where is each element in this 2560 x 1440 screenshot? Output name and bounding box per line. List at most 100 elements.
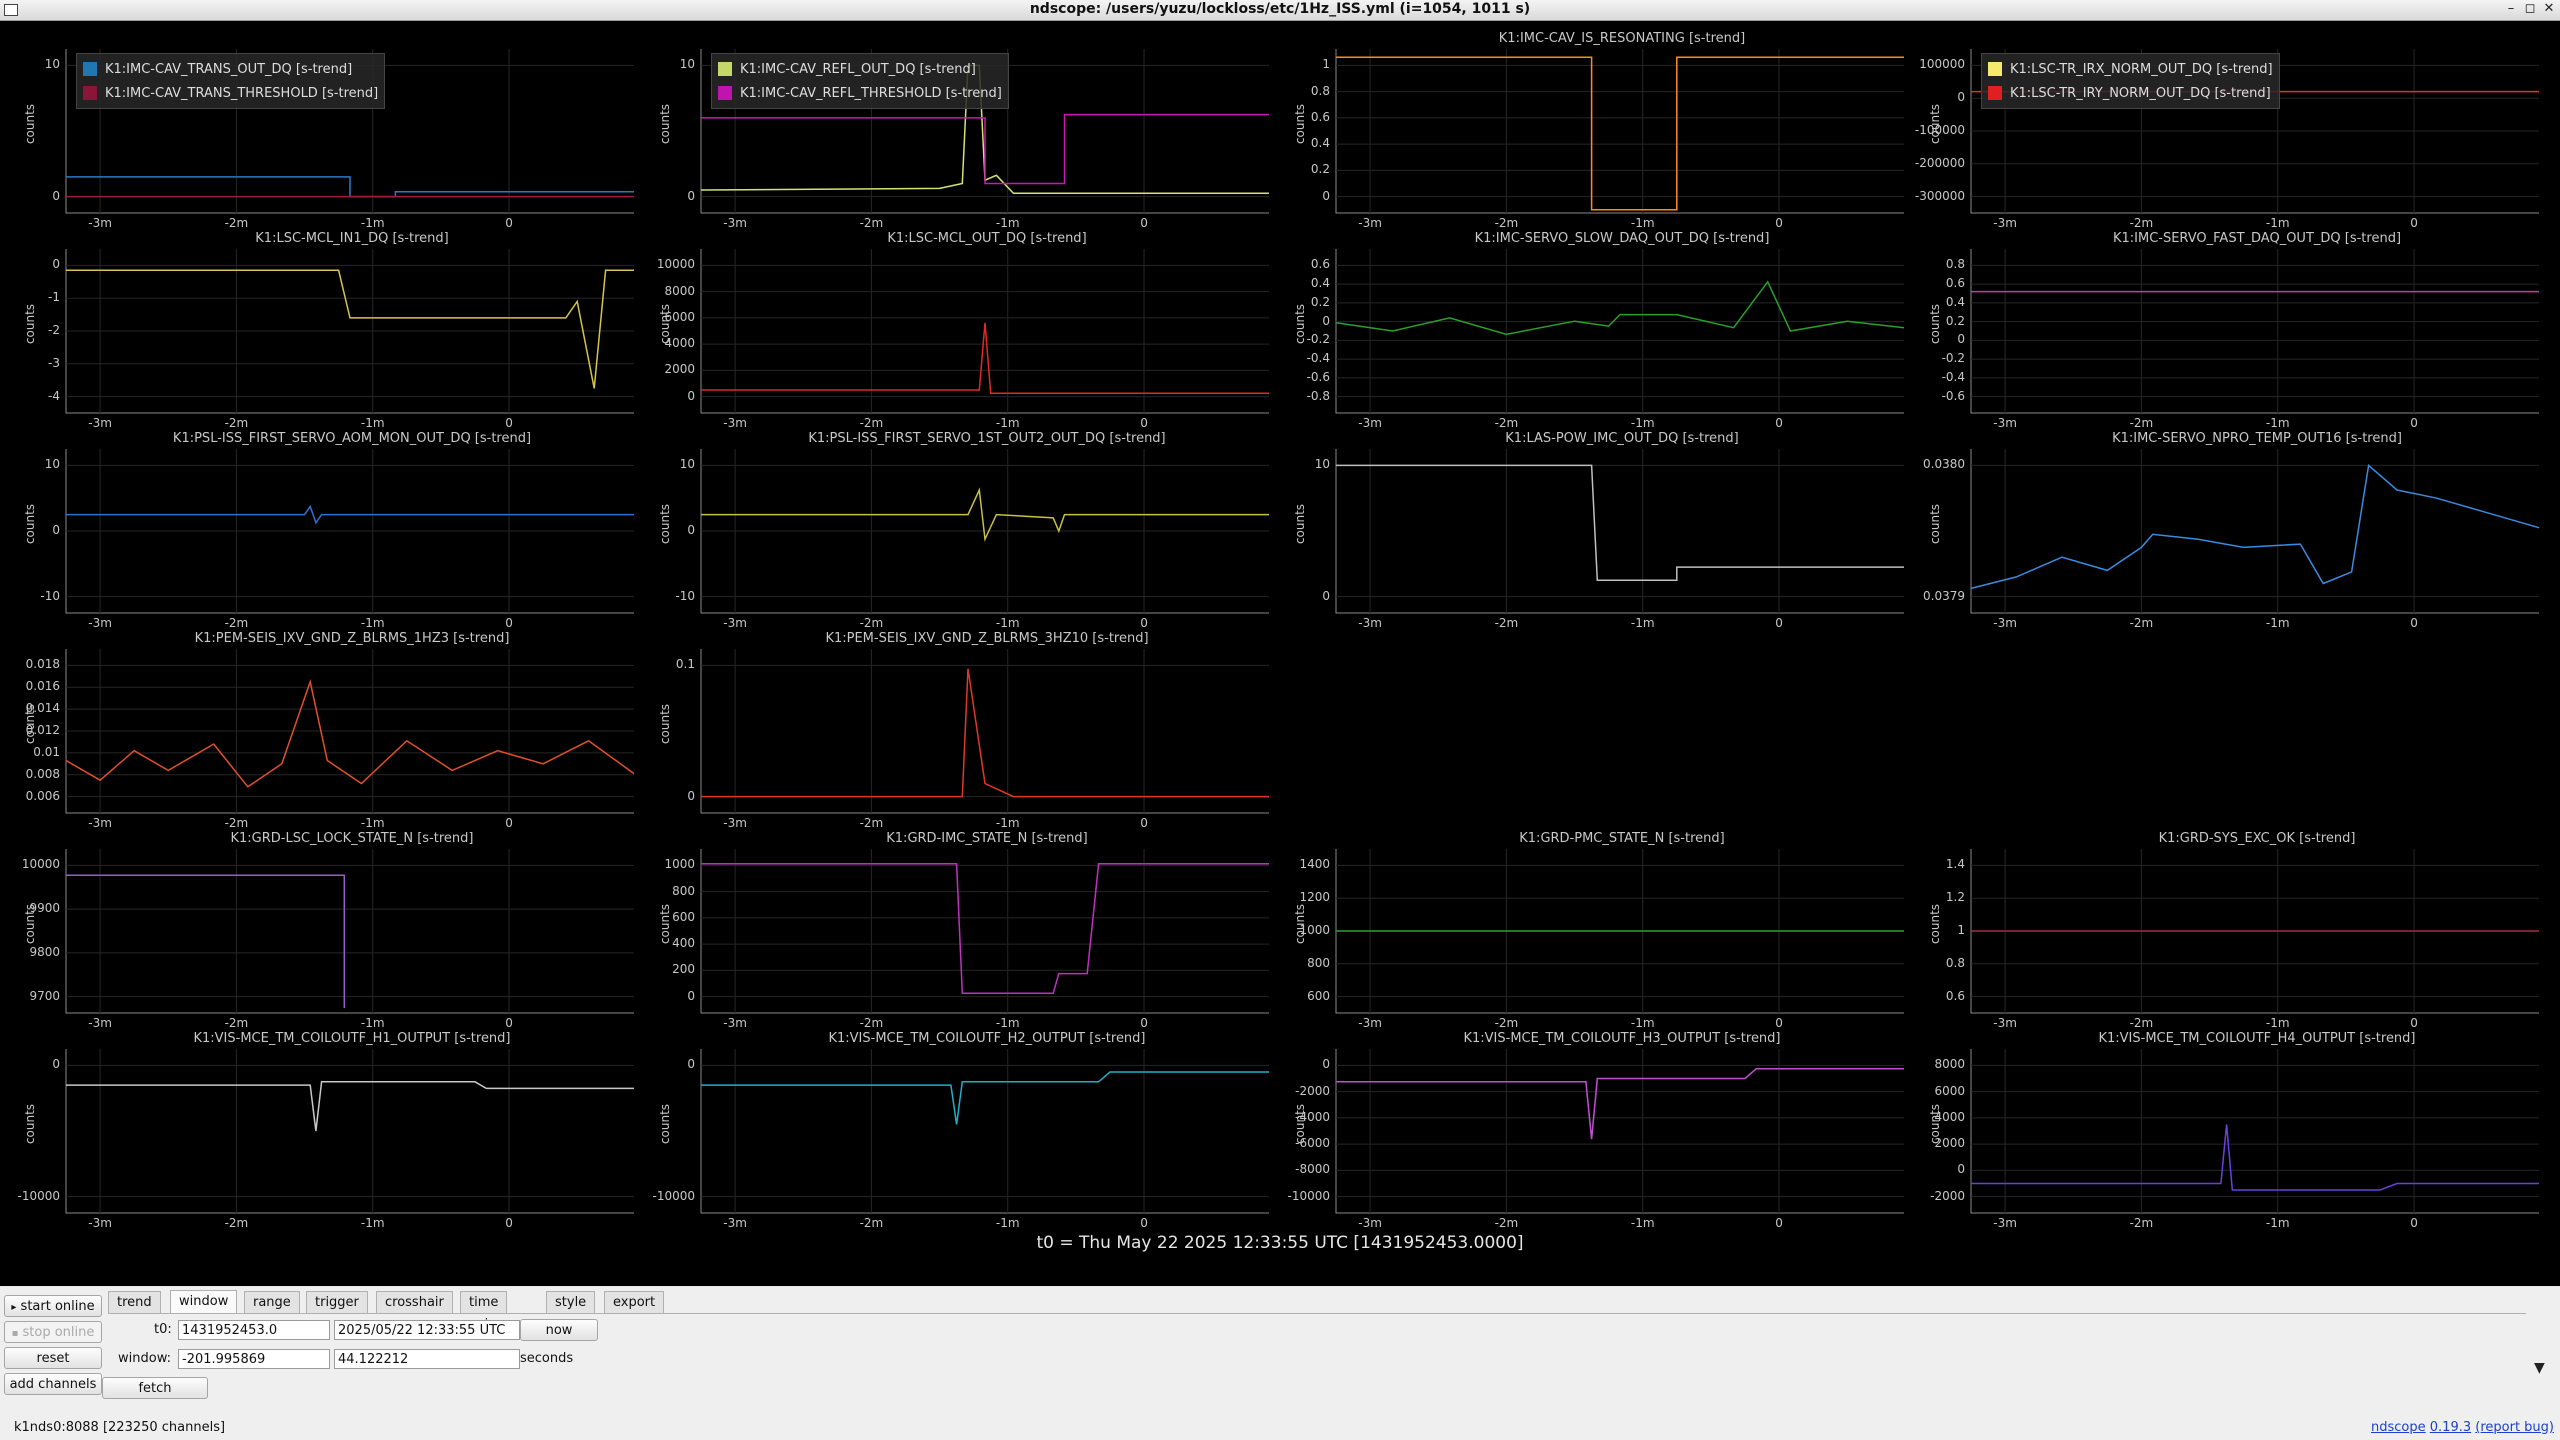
x-tick-label: -1m: [360, 1216, 385, 1230]
close-button[interactable]: ✕: [2540, 0, 2558, 20]
now-button[interactable]: now: [520, 1319, 598, 1341]
x-tick-label: 0: [505, 1216, 513, 1230]
trace-line: [66, 176, 634, 198]
x-tick-label: 0: [1140, 1216, 1148, 1230]
x-tick-label: 0: [1775, 216, 1783, 230]
plot-p19[interactable]: 0 -10000 K1:VIS-MCE_TM_COILOUTF_H1_OUTPUT …: [0, 1031, 640, 1231]
plot-grid[interactable]: 10 0 counts -3m -2m -1m 0 K1:IMC-CAV_TRANS_OUT_…: [0, 21, 2560, 1286]
t0-gps-input[interactable]: 1431952453.0: [178, 1320, 330, 1340]
plot-title: K1:VIS-MCE_TM_COILOUTF_H2_OUTPUT [s-tren…: [828, 1031, 1146, 1046]
plot-p8[interactable]: 0.8 0.6 0.4 0.2 0 -0.2 -0.4 -0.6 K1:IMC-SERVO_FA…: [1905, 231, 2545, 431]
plot-p9[interactable]: 10 0 -10 K1:PSL-ISS_FIRST_SERVO_AOM_MON_OUT…: [0, 431, 640, 631]
window-start-input[interactable]: -201.995869: [178, 1349, 330, 1369]
plot-p11[interactable]: 10 0 K1:LAS-POW_IMC_OUT_DQ [s-trend] counts…: [1270, 431, 1910, 631]
stop-online-button[interactable]: ▪ stop online: [4, 1321, 102, 1343]
plot-title: K1:IMC-SERVO_SLOW_DAQ_OUT_DQ [s-trend]: [1474, 231, 1770, 246]
x-tick-label: 0: [505, 216, 513, 230]
x-tick-label: 0: [2410, 1216, 2418, 1230]
plot-p16[interactable]: 1000 800 600 400 200 0 K1:GRD-IMC_STATE_N [s-t…: [635, 831, 1275, 1031]
ndscope-link[interactable]: ndscope: [2371, 1420, 2426, 1435]
t0-utc-input[interactable]: 2025/05/22 12:33:55 UTC: [334, 1320, 520, 1340]
plot-p6[interactable]: 10000 8000 6000 4000 2000 0 K1:LSC-MCL_OUT_DQ …: [635, 231, 1275, 431]
plot-title: K1:IMC-SERVO_FAST_DAQ_OUT_DQ [s-trend]: [2112, 231, 2402, 246]
legend-label: K1:IMC-CAV_TRANS_OUT_DQ [s-trend]: [105, 61, 353, 77]
plot-title: K1:LSC-MCL_IN1_DQ [s-trend]: [255, 231, 449, 246]
minimize-button[interactable]: –: [2502, 0, 2520, 20]
plot-title: K1:IMC-SERVO_NPRO_TEMP_OUT16 [s-trend]: [2112, 431, 2402, 446]
plot-p1[interactable]: 10 0 counts -3m -2m -1m 0 K1:IMC-CAV_TRANS_OUT_…: [0, 31, 640, 231]
tab-range[interactable]: range: [244, 1291, 300, 1313]
legend-entry[interactable]: K1:IMC-CAV_REFL_OUT_DQ [s-trend]: [718, 57, 1002, 81]
plot-p5[interactable]: 0 -1 -2 -3 -4 K1:LSC-MCL_IN1_DQ [s-trend] coun…: [0, 231, 640, 431]
plot-p13[interactable]: 0.018 0.016 0.014 0.012 0.01 0.008 0.006 K1:PEM…: [0, 631, 640, 831]
x-tick-label: -1m: [995, 416, 1020, 430]
x-tick-label: 0: [1140, 216, 1148, 230]
plot-p14[interactable]: 0.1 0 K1:PEM-SEIS_IXV_GND_Z_BLRMS_3HZ10 [s…: [635, 631, 1275, 831]
x-tick-label: -2m: [2129, 1216, 2154, 1230]
plot-p15[interactable]: 10000 9900 9800 9700 K1:GRD-LSC_LOCK_STATE_N…: [0, 831, 640, 1031]
y-axis-label: counts: [1928, 903, 1943, 945]
x-tick-label: 0: [1140, 616, 1148, 630]
tab-crosshair[interactable]: crosshair: [376, 1291, 453, 1313]
y-axis-label: counts: [23, 703, 38, 745]
maximize-button[interactable]: ◻: [2521, 0, 2539, 20]
y-axis-label: counts: [658, 303, 673, 345]
x-tick-label: -2m: [859, 1016, 884, 1030]
control-panel: ▸ start online ▪ stop online reset add c…: [0, 1287, 2560, 1440]
channel-count: [223250 channels]: [102, 1420, 226, 1435]
x-tick-label: -1m: [360, 1016, 385, 1030]
y-axis-label: counts: [1293, 903, 1308, 945]
plot-canvas: [65, 649, 635, 814]
x-tick-label: -2m: [1494, 1016, 1519, 1030]
fetch-button[interactable]: fetch: [102, 1377, 208, 1399]
legend-entry[interactable]: K1:LSC-TR_IRX_NORM_OUT_DQ [s-trend]: [1988, 57, 2273, 81]
legend-entry[interactable]: K1:IMC-CAV_TRANS_THRESHOLD [s-trend]: [83, 81, 378, 105]
x-tick-label: -3m: [723, 1216, 747, 1230]
plot-legend[interactable]: K1:IMC-CAV_REFL_OUT_DQ [s-trend] K1:IMC-C…: [711, 53, 1009, 109]
plot-canvas: [1335, 449, 1904, 614]
window-end-input[interactable]: 44.122212: [334, 1349, 520, 1369]
legend-entry[interactable]: K1:IMC-CAV_REFL_THRESHOLD [s-trend]: [718, 81, 1002, 105]
plot-title: K1:VIS-MCE_TM_COILOUTF_H3_OUTPUT [s-tren…: [1463, 1031, 1781, 1046]
plot-axes: [1970, 449, 2539, 614]
plot-canvas: [700, 249, 1269, 414]
legend-label: K1:IMC-CAV_REFL_THRESHOLD [s-trend]: [740, 85, 1002, 101]
reset-button[interactable]: reset: [4, 1347, 102, 1369]
tab-style[interactable]: style: [546, 1291, 596, 1313]
version-info: ndscope 0.19.3 (report bug): [2371, 1420, 2554, 1435]
trace-line: [701, 1071, 1269, 1125]
collapse-arrow-icon[interactable]: ▼: [2534, 1360, 2545, 1376]
start-online-button[interactable]: ▸ start online: [4, 1295, 102, 1317]
plot-p10[interactable]: 10 0 -10 K1:PSL-ISS_FIRST_SERVO_1ST_OUT2_OU…: [635, 431, 1275, 631]
report-bug-link[interactable]: (report bug): [2475, 1420, 2554, 1435]
plot-p17[interactable]: 1400 1200 1000 800 600 K1:GRD-PMC_STATE_N [s-…: [1270, 831, 1910, 1031]
y-axis-label: counts: [1928, 103, 1943, 145]
y-axis-label: counts: [658, 503, 673, 545]
plot-p21[interactable]: 0 -2000 -4000 -6000 -8000 -10000 K1:VIS-MCE_TM…: [1270, 1031, 1910, 1231]
plot-legend[interactable]: K1:IMC-CAV_TRANS_OUT_DQ [s-trend] K1:IMC-…: [76, 53, 386, 109]
legend-label: K1:LSC-TR_IRY_NORM_OUT_DQ [s-trend]: [2010, 85, 2271, 101]
tab-trigger[interactable]: trigger: [306, 1291, 368, 1313]
tab-trend[interactable]: trend: [108, 1291, 161, 1313]
tab-time-axis[interactable]: time axis: [460, 1291, 508, 1332]
add-channels-button[interactable]: add channels: [4, 1373, 102, 1395]
legend-entry[interactable]: K1:LSC-TR_IRY_NORM_OUT_DQ [s-trend]: [1988, 81, 2273, 105]
plot-p18[interactable]: 1.4 1.2 1 0.8 0.6 K1:GRD-SYS_EXC_OK [s-trend]…: [1905, 831, 2545, 1031]
tab-window[interactable]: window: [170, 1290, 238, 1314]
x-tick-label: -3m: [88, 816, 112, 830]
tab-export[interactable]: export: [604, 1291, 665, 1313]
seconds-label: seconds: [520, 1351, 574, 1366]
plot-p22[interactable]: 8000 6000 4000 2000 0 -2000 K1:VIS-MCE_TM_COIL…: [1905, 1031, 2545, 1231]
plot-p12[interactable]: 0.0380 0.0379 K1:IMC-SERVO_NPRO_TEMP_OUT16…: [1905, 431, 2545, 631]
x-tick-label: -1m: [2265, 1016, 2290, 1030]
plot-p3[interactable]: 1 0.8 0.6 0.4 0.2 0 K1:IMC-CAV_IS_RESONATING […: [1270, 31, 1910, 231]
plot-p2[interactable]: 10 0 counts -3m -2m -1m 0 K1:IMC-CAV_REFL_OUT_D…: [635, 31, 1275, 231]
plot-p7[interactable]: 0.6 0.4 0.2 0 -0.2 -0.4 -0.6 -0.8 K1:IMC-SERVO_S…: [1270, 231, 1910, 431]
x-tick-label: -1m: [995, 216, 1020, 230]
version-link[interactable]: 0.19.3: [2430, 1420, 2471, 1435]
plot-p20[interactable]: 0 -10000 K1:VIS-MCE_TM_COILOUTF_H2_OUTPUT …: [635, 1031, 1275, 1231]
plot-p4[interactable]: 100000 0 -100000 -200000 -300000 counts -3m -2m…: [1905, 31, 2545, 231]
legend-entry[interactable]: K1:IMC-CAV_TRANS_OUT_DQ [s-trend]: [83, 57, 378, 81]
x-tick-label: -3m: [88, 416, 112, 430]
plot-legend[interactable]: K1:LSC-TR_IRX_NORM_OUT_DQ [s-trend] K1:LS…: [1981, 53, 2280, 109]
